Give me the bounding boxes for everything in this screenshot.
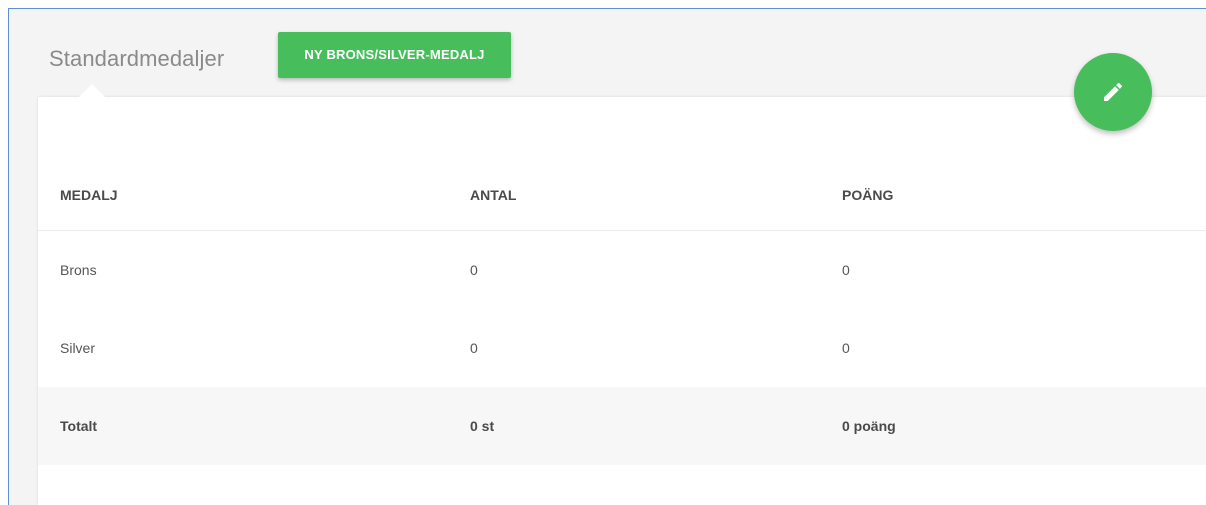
page-title: Standardmedaljer <box>49 46 225 71</box>
medal-count-cell: 0 <box>470 340 478 356</box>
table-row: Brons 0 0 <box>38 231 1206 309</box>
column-header-medal: MEDALJ <box>60 187 118 203</box>
medal-name-cell: Silver <box>60 340 96 356</box>
new-bronze-silver-medal-button[interactable]: NY BRONS/SILVER-MEDALJ <box>278 32 511 78</box>
column-header-points: POÄNG <box>842 187 894 203</box>
medal-table: MEDALJ ANTAL POÄNG Brons 0 0 Silver 0 0 … <box>38 160 1206 465</box>
pencil-icon <box>1104 82 1123 101</box>
total-count: 0 st <box>470 418 495 434</box>
column-header-count: ANTAL <box>470 187 517 203</box>
edit-button[interactable] <box>1074 53 1152 131</box>
table-row: Silver 0 0 <box>38 309 1206 387</box>
medal-name-cell: Brons <box>60 262 97 278</box>
medal-points-cell: 0 <box>842 262 850 278</box>
total-label: Totalt <box>60 418 98 434</box>
table-total-row: Totalt 0 st 0 poäng <box>38 387 1206 465</box>
table-header-row: MEDALJ ANTAL POÄNG <box>38 160 1206 231</box>
medal-count-cell: 0 <box>470 262 478 278</box>
medal-points-cell: 0 <box>842 340 850 356</box>
card-pointer <box>79 84 105 97</box>
total-points: 0 poäng <box>842 418 896 434</box>
